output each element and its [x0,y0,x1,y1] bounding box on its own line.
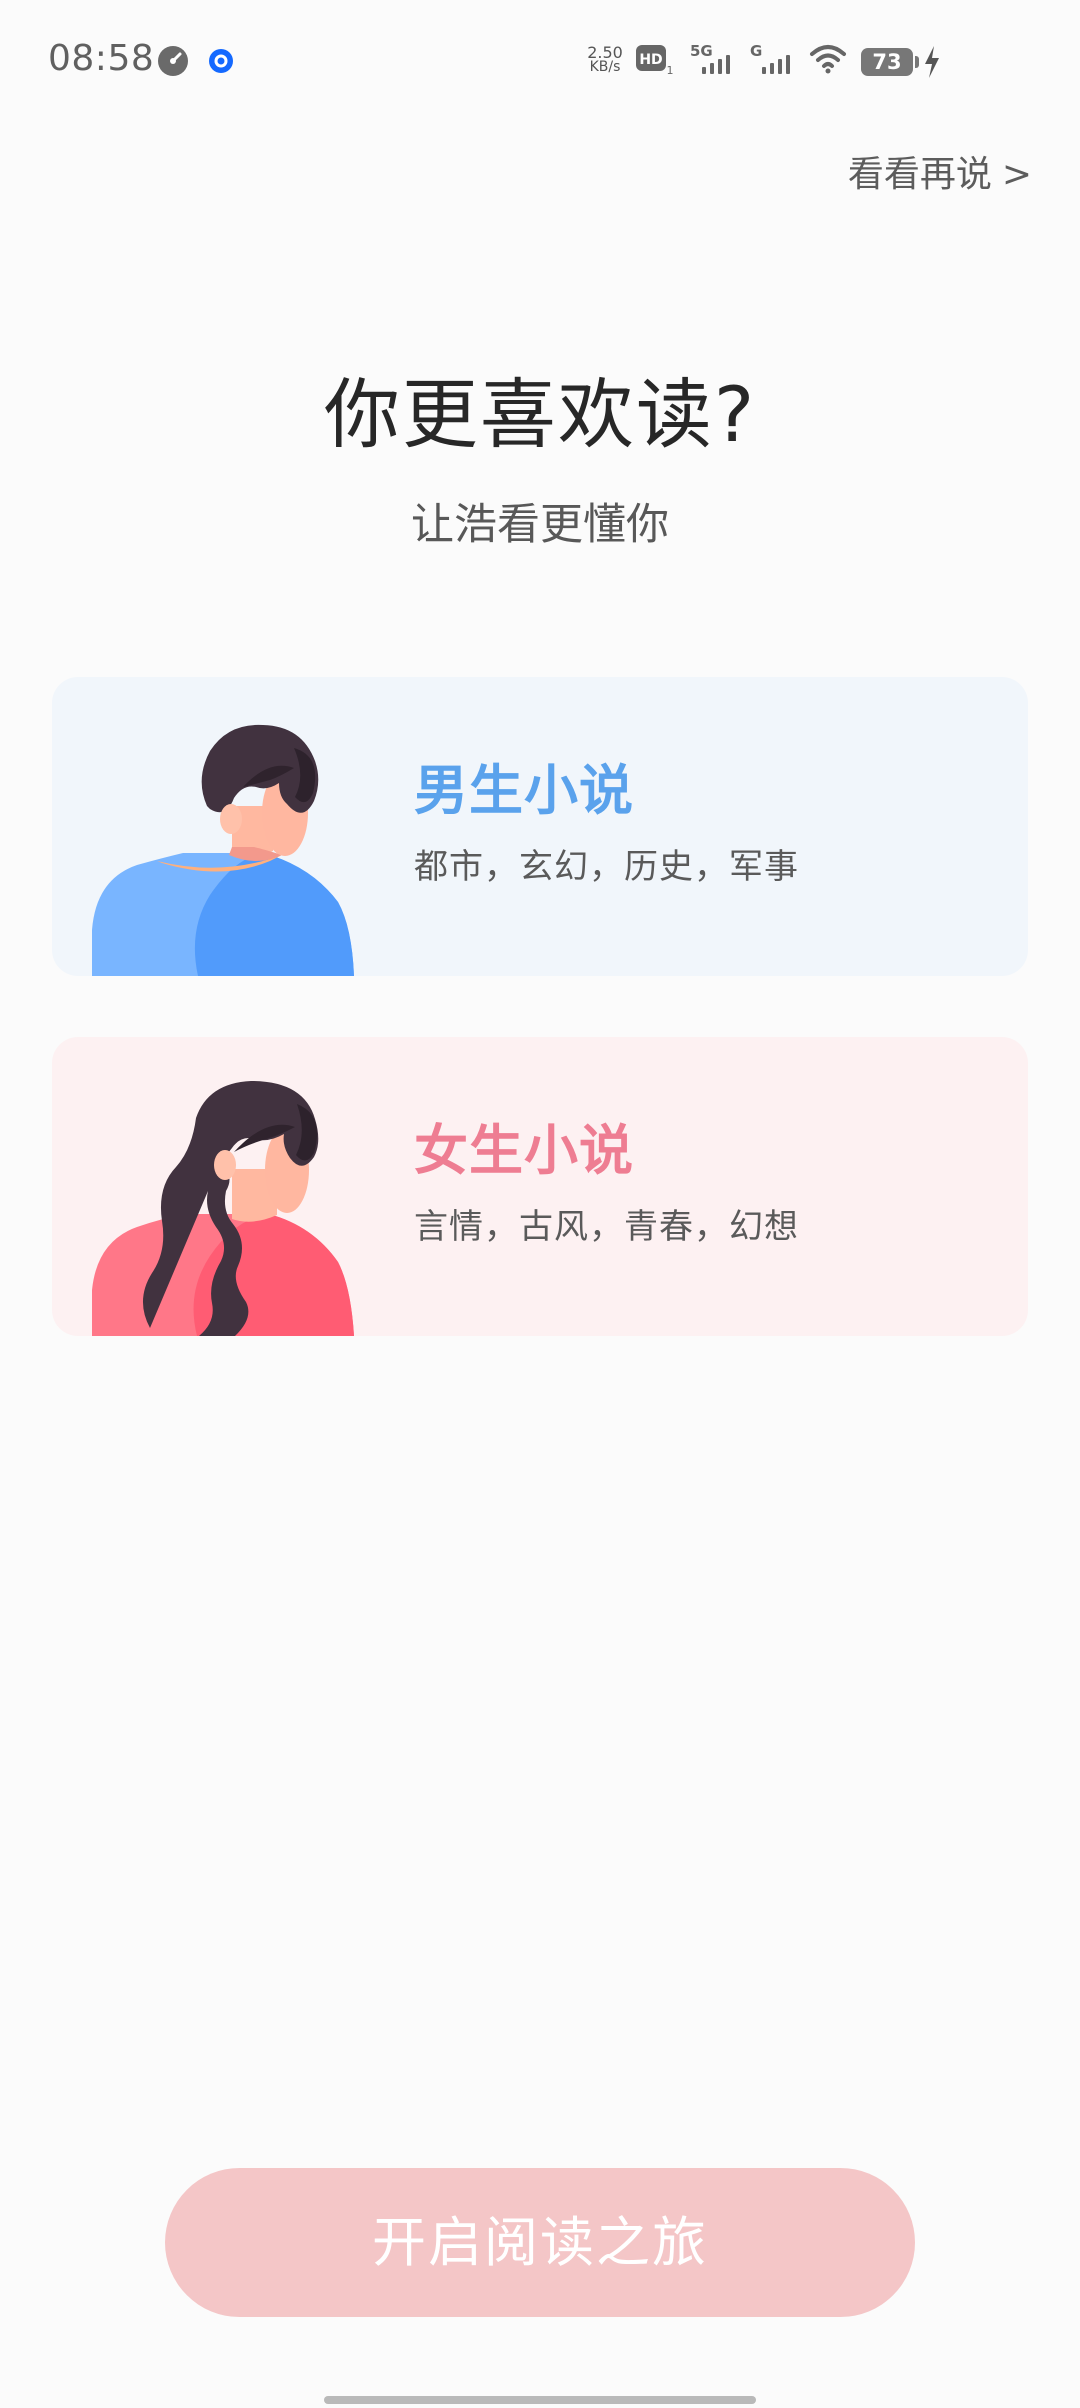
charging-icon [925,46,939,78]
signal-5g-label: 5G [690,43,713,60]
page-title: 你更喜欢读? [323,370,757,459]
network-speed-value: 2.50 [587,43,623,62]
start-reading-button[interactable]: 开启阅读之旅 [165,2168,915,2317]
wifi-icon [810,45,846,74]
signal-g-icon: G [750,43,790,74]
page-subtitle: 让浩看更懂你 [411,500,669,550]
male-novel-tags: 都市，玄幻，历史，军事 [414,847,799,887]
male-avatar-icon [92,724,354,976]
female-novel-title: 女生小说 [414,1119,634,1182]
gauge-icon [158,46,188,76]
hd-sub: 1 [667,64,674,77]
hd-label: HD [639,52,662,68]
status-time: 08:58 [48,38,155,79]
female-novel-tags: 言情，古风，青春，幻想 [414,1207,799,1247]
home-indicator[interactable] [324,2396,756,2404]
status-bar: 08:58 2.50 KB/s HD 1 5G G 73 [0,0,1080,124]
male-novel-title: 男生小说 [414,759,634,822]
skip-button[interactable]: 看看再说 > [848,145,1032,197]
signal-5g-icon: 5G [690,43,730,74]
hd-icon: HD 1 [636,45,674,77]
genre-selection-screen: 08:58 2.50 KB/s HD 1 5G G 73 看看再说 > 你更喜欢… [0,0,1080,2408]
network-speed: 2.50 KB/s [585,45,625,79]
skip-label: 看看再说 [847,154,992,195]
male-novel-card[interactable]: 男生小说 都市，玄幻，历史，军事 [52,677,1028,976]
app-notification-icon [209,49,233,73]
chevron-right-icon: > [1001,154,1032,195]
female-avatar-icon [92,1081,354,1336]
female-novel-card[interactable]: 女生小说 言情，古风，青春，幻想 [52,1037,1028,1336]
signal-g-label: G [750,43,762,60]
network-speed-unit: KB/s [589,59,621,75]
battery-icon: 73 [861,48,919,76]
